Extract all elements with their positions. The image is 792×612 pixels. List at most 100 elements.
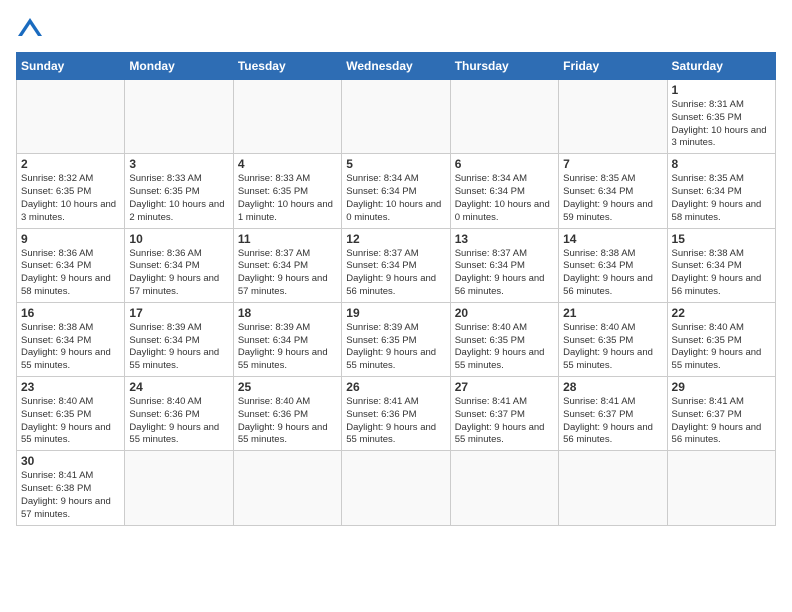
calendar-day-cell: 28Sunrise: 8:41 AM Sunset: 6:37 PM Dayli…: [559, 377, 667, 451]
calendar-header-row: SundayMondayTuesdayWednesdayThursdayFrid…: [17, 53, 776, 80]
day-info: Sunrise: 8:32 AM Sunset: 6:35 PM Dayligh…: [21, 173, 120, 224]
calendar-day-cell: 17Sunrise: 8:39 AM Sunset: 6:34 PM Dayli…: [125, 302, 233, 376]
day-number: 8: [672, 157, 771, 171]
day-number: 21: [563, 306, 662, 320]
day-info: Sunrise: 8:38 AM Sunset: 6:34 PM Dayligh…: [672, 248, 771, 299]
day-number: 3: [129, 157, 228, 171]
day-number: 18: [238, 306, 337, 320]
calendar-day-cell: 18 Sunrise: 8:39 AM Sunset: 6:34 PM Dayli…: [233, 302, 341, 376]
day-info: Sunrise: 8:40 AM Sunset: 6:35 PM Dayligh…: [672, 322, 771, 373]
calendar-day-cell: 25 Sunrise: 8:40 AM Sunset: 6:36 PM Dayli…: [233, 377, 341, 451]
calendar-table: SundayMondayTuesdayWednesdayThursdayFrid…: [16, 52, 776, 526]
day-info: Sunrise: 8:37 AM Sunset: 6:34 PM Dayligh…: [346, 248, 445, 299]
day-number: 25: [238, 380, 337, 394]
day-info: Sunrise: 8:40 AM Sunset: 6:35 PM Dayligh…: [455, 322, 554, 373]
day-info: Sunrise: 8:41 AM Sunset: 6:37 PM Dayligh…: [672, 396, 771, 447]
day-of-week-header: Tuesday: [233, 53, 341, 80]
calendar-day-cell: 6Sunrise: 8:34 AM Sunset: 6:34 PM Daylig…: [450, 154, 558, 228]
day-info: Sunrise: 8:33 AM Sunset: 6:35 PM Dayligh…: [238, 173, 337, 224]
day-of-week-header: Sunday: [17, 53, 125, 80]
day-number: 10: [129, 232, 228, 246]
page-header: [16, 16, 776, 44]
day-info: Sunrise: 8:40 AM Sunset: 6:36 PM Dayligh…: [129, 396, 228, 447]
day-number: 23: [21, 380, 120, 394]
day-number: 30: [21, 454, 120, 468]
day-info: Sunrise: 8:40 AM Sunset: 6:35 PM Dayligh…: [563, 322, 662, 373]
calendar-week-row: 30 Sunrise: 8:41 AM Sunset: 6:38 PM Dayli…: [17, 451, 776, 525]
calendar-day-cell: 2 Sunrise: 8:32 AM Sunset: 6:35 PM Daylig…: [17, 154, 125, 228]
day-of-week-header: Wednesday: [342, 53, 450, 80]
calendar-day-cell: [450, 451, 558, 525]
calendar-day-cell: 9Sunrise: 8:36 AM Sunset: 6:34 PM Daylig…: [17, 228, 125, 302]
day-info: Sunrise: 8:37 AM Sunset: 6:34 PM Dayligh…: [455, 248, 554, 299]
calendar-day-cell: 5Sunrise: 8:34 AM Sunset: 6:34 PM Daylig…: [342, 154, 450, 228]
day-info: Sunrise: 8:36 AM Sunset: 6:34 PM Dayligh…: [21, 248, 120, 299]
day-number: 26: [346, 380, 445, 394]
day-info: Sunrise: 8:41 AM Sunset: 6:38 PM Dayligh…: [21, 470, 120, 521]
calendar-day-cell: 8Sunrise: 8:35 AM Sunset: 6:34 PM Daylig…: [667, 154, 775, 228]
calendar-day-cell: 12 Sunrise: 8:37 AM Sunset: 6:34 PM Dayli…: [342, 228, 450, 302]
calendar-day-cell: 13 Sunrise: 8:37 AM Sunset: 6:34 PM Dayli…: [450, 228, 558, 302]
day-info: Sunrise: 8:38 AM Sunset: 6:34 PM Dayligh…: [21, 322, 120, 373]
calendar-day-cell: [342, 80, 450, 154]
day-number: 24: [129, 380, 228, 394]
day-number: 22: [672, 306, 771, 320]
calendar-week-row: 2 Sunrise: 8:32 AM Sunset: 6:35 PM Daylig…: [17, 154, 776, 228]
day-info: Sunrise: 8:40 AM Sunset: 6:36 PM Dayligh…: [238, 396, 337, 447]
day-number: 16: [21, 306, 120, 320]
day-info: Sunrise: 8:39 AM Sunset: 6:34 PM Dayligh…: [238, 322, 337, 373]
calendar-week-row: 1 Sunrise: 8:31 AM Sunset: 6:35 PM Daylig…: [17, 80, 776, 154]
calendar-day-cell: 14Sunrise: 8:38 AM Sunset: 6:34 PM Dayli…: [559, 228, 667, 302]
day-number: 13: [455, 232, 554, 246]
calendar-body: 1 Sunrise: 8:31 AM Sunset: 6:35 PM Daylig…: [17, 80, 776, 526]
calendar-day-cell: [342, 451, 450, 525]
day-number: 15: [672, 232, 771, 246]
calendar-day-cell: [233, 80, 341, 154]
calendar-day-cell: 1 Sunrise: 8:31 AM Sunset: 6:35 PM Daylig…: [667, 80, 775, 154]
calendar-day-cell: 4 Sunrise: 8:33 AM Sunset: 6:35 PM Daylig…: [233, 154, 341, 228]
calendar-day-cell: [17, 80, 125, 154]
calendar-day-cell: 15 Sunrise: 8:38 AM Sunset: 6:34 PM Dayli…: [667, 228, 775, 302]
day-info: Sunrise: 8:31 AM Sunset: 6:35 PM Dayligh…: [672, 99, 771, 150]
day-number: 6: [455, 157, 554, 171]
day-info: Sunrise: 8:38 AM Sunset: 6:34 PM Dayligh…: [563, 248, 662, 299]
day-number: 27: [455, 380, 554, 394]
calendar-day-cell: [233, 451, 341, 525]
calendar-day-cell: [667, 451, 775, 525]
day-number: 4: [238, 157, 337, 171]
day-info: Sunrise: 8:35 AM Sunset: 6:34 PM Dayligh…: [563, 173, 662, 224]
day-info: Sunrise: 8:33 AM Sunset: 6:35 PM Dayligh…: [129, 173, 228, 224]
day-info: Sunrise: 8:41 AM Sunset: 6:37 PM Dayligh…: [563, 396, 662, 447]
day-number: 29: [672, 380, 771, 394]
day-info: Sunrise: 8:41 AM Sunset: 6:36 PM Dayligh…: [346, 396, 445, 447]
logo-icon: [16, 16, 44, 44]
day-number: 12: [346, 232, 445, 246]
day-number: 17: [129, 306, 228, 320]
calendar-day-cell: 29 Sunrise: 8:41 AM Sunset: 6:37 PM Dayli…: [667, 377, 775, 451]
day-number: 2: [21, 157, 120, 171]
calendar-day-cell: 20 Sunrise: 8:40 AM Sunset: 6:35 PM Dayli…: [450, 302, 558, 376]
day-number: 7: [563, 157, 662, 171]
calendar-week-row: 16 Sunrise: 8:38 AM Sunset: 6:34 PM Dayli…: [17, 302, 776, 376]
day-of-week-header: Saturday: [667, 53, 775, 80]
day-info: Sunrise: 8:36 AM Sunset: 6:34 PM Dayligh…: [129, 248, 228, 299]
day-number: 5: [346, 157, 445, 171]
calendar-day-cell: 23 Sunrise: 8:40 AM Sunset: 6:35 PM Dayli…: [17, 377, 125, 451]
logo: [16, 16, 50, 44]
calendar-week-row: 23 Sunrise: 8:40 AM Sunset: 6:35 PM Dayli…: [17, 377, 776, 451]
day-number: 20: [455, 306, 554, 320]
calendar-day-cell: 3 Sunrise: 8:33 AM Sunset: 6:35 PM Daylig…: [125, 154, 233, 228]
calendar-day-cell: 16 Sunrise: 8:38 AM Sunset: 6:34 PM Dayli…: [17, 302, 125, 376]
calendar-day-cell: 30 Sunrise: 8:41 AM Sunset: 6:38 PM Dayli…: [17, 451, 125, 525]
day-info: Sunrise: 8:39 AM Sunset: 6:35 PM Dayligh…: [346, 322, 445, 373]
calendar-day-cell: [450, 80, 558, 154]
calendar-day-cell: 22 Sunrise: 8:40 AM Sunset: 6:35 PM Dayli…: [667, 302, 775, 376]
day-info: Sunrise: 8:40 AM Sunset: 6:35 PM Dayligh…: [21, 396, 120, 447]
calendar-day-cell: 26 Sunrise: 8:41 AM Sunset: 6:36 PM Dayli…: [342, 377, 450, 451]
calendar-day-cell: [125, 80, 233, 154]
day-of-week-header: Friday: [559, 53, 667, 80]
day-number: 1: [672, 83, 771, 97]
calendar-day-cell: 11Sunrise: 8:37 AM Sunset: 6:34 PM Dayli…: [233, 228, 341, 302]
day-number: 19: [346, 306, 445, 320]
calendar-day-cell: [125, 451, 233, 525]
